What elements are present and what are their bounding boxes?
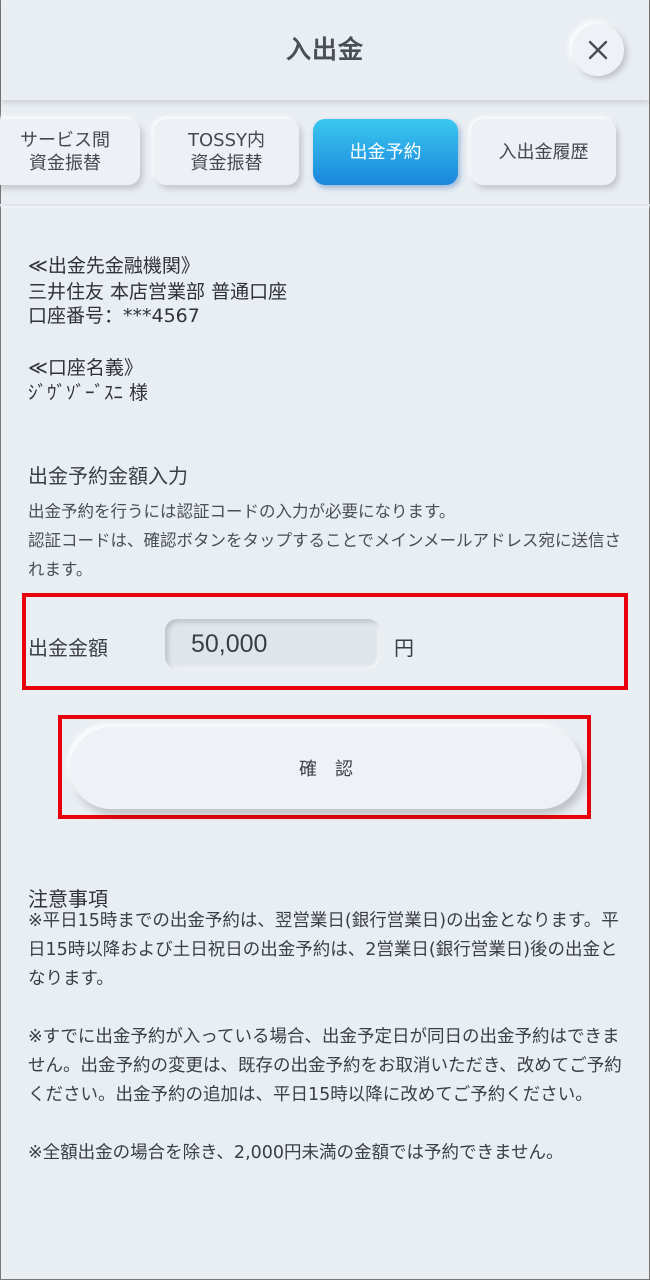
note-item: ※すでに出金予約が入っている場合、出金予定日が同日の出金予約はできません。出金予…	[28, 1027, 622, 1105]
holder-heading: ≪口座名義》	[28, 357, 143, 379]
tab-bar: サービス間 資金振替 TOSSY内 資金振替 出金予約 入出金履歴	[0, 119, 650, 189]
tab-label: 入出金履歴	[498, 141, 589, 163]
tab-history[interactable]: 入出金履歴	[471, 119, 616, 185]
account-number: 口座番号：***4567	[28, 305, 200, 327]
bank-branch: 三井住友 本店営業部 普通口座	[28, 281, 288, 303]
header: 入出金	[1, 0, 649, 100]
tab-tossy-transfer[interactable]: TOSSY内 資金振替	[154, 119, 299, 185]
amount-input[interactable]	[165, 619, 380, 669]
close-button[interactable]	[572, 24, 624, 76]
tab-label: 出金予約	[349, 141, 422, 163]
divider	[0, 204, 650, 206]
tab-label: TOSSY内 資金振替	[187, 130, 265, 174]
currency-label: 円	[394, 636, 414, 660]
confirm-button[interactable]: 確 認	[70, 727, 582, 809]
holder-name: ｼﾞｳﾞｿﾞｰﾞｽﾆ 様	[28, 382, 149, 404]
form-description: 出金予約を行うには認証コードの入力が必要になります。 認証コードは、確認ボタンを…	[28, 502, 622, 579]
note-item: ※平日15時までの出金予約は、翌営業日(銀行営業日)の出金となります。平日15時…	[28, 911, 619, 989]
tab-service-transfer[interactable]: サービス間 資金振替	[0, 119, 140, 185]
tab-withdrawal-reservation[interactable]: 出金予約	[313, 119, 458, 185]
notes: ※平日15時までの出金予約は、翌営業日(銀行営業日)の出金となります。平日15時…	[28, 907, 628, 1197]
amount-label: 出金金額	[28, 636, 108, 660]
page-title: 入出金	[285, 35, 364, 64]
note-item: ※全額出金の場合を除き、2,000円未満の金額では予約できません。	[28, 1143, 564, 1163]
close-icon	[588, 40, 608, 60]
bank-heading: ≪出金先金融機関》	[28, 255, 200, 277]
tab-label: サービス間 資金振替	[20, 130, 110, 174]
section-title: 出金予約金額入力	[28, 464, 188, 488]
